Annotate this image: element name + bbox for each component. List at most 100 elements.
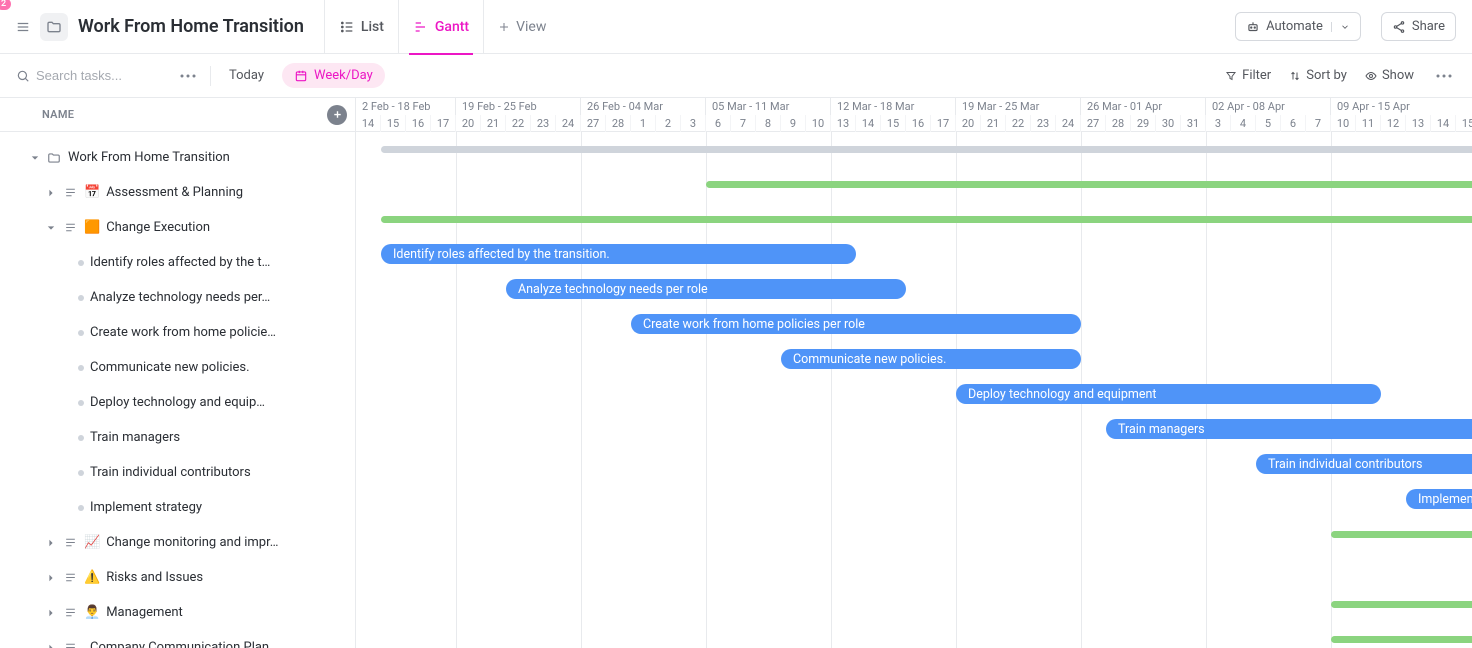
week-header: 19 Feb - 25 Feb	[456, 98, 581, 115]
gantt-toolbar: Today Week/Day Filter Sort by Show	[0, 54, 1472, 98]
week-header: 09 Apr - 15 Apr	[1331, 98, 1472, 115]
day-header: 16	[406, 115, 431, 132]
day-header: 16	[906, 115, 931, 132]
summary-bar[interactable]	[381, 216, 1472, 223]
add-view-button[interactable]: View	[483, 0, 560, 54]
tree-task[interactable]: Create work from home policie…	[0, 315, 355, 350]
tree-group[interactable]: 👨‍💼Management	[0, 595, 355, 630]
tree-group[interactable]: Company Communication Plan	[0, 630, 355, 648]
summary-bar[interactable]	[1331, 531, 1472, 538]
gantt-chart[interactable]: 2 Feb - 18 Feb19 Feb - 25 Feb26 Feb - 04…	[356, 98, 1472, 648]
day-header: 10	[806, 115, 831, 132]
folder-button[interactable]	[40, 13, 68, 41]
task-label: Identify roles affected by the t…	[90, 255, 270, 270]
tree-task[interactable]: Analyze technology needs per…	[0, 280, 355, 315]
week-header: 26 Mar - 01 Apr	[1081, 98, 1206, 115]
task-bar[interactable]: Identify roles affected by the transitio…	[381, 244, 856, 264]
tree-task[interactable]: Identify roles affected by the t…	[0, 245, 355, 280]
group-emoji: 📅	[84, 185, 100, 200]
tab-list[interactable]: List	[324, 0, 398, 54]
toolbar-more[interactable]	[1432, 70, 1456, 82]
summary-bar[interactable]	[381, 146, 1472, 153]
zoom-selector[interactable]: Week/Day	[282, 63, 385, 88]
show-label: Show	[1382, 68, 1414, 83]
group-label: Management	[106, 605, 183, 620]
day-header: 23	[531, 115, 556, 132]
right-tools: Filter Sort by Show	[1225, 68, 1456, 83]
tree-root[interactable]: Work From Home Transition	[0, 140, 355, 175]
chevron-down-icon	[1340, 22, 1350, 32]
search-icon	[16, 69, 30, 83]
automate-dropdown[interactable]	[1331, 22, 1350, 32]
more-options[interactable]	[176, 70, 200, 82]
tree-task[interactable]: Train managers	[0, 420, 355, 455]
tree-task[interactable]: Train individual contributors	[0, 455, 355, 490]
task-bar[interactable]: Deploy technology and equipment	[956, 384, 1381, 404]
summary-bar[interactable]	[1331, 601, 1472, 608]
task-bar[interactable]: Train individual contributors	[1256, 454, 1472, 474]
tree-group[interactable]: 📈Change monitoring and impr…	[0, 525, 355, 560]
tab-gantt-label: Gantt	[435, 19, 469, 35]
task-label: Train individual contributors	[90, 465, 251, 480]
task-bar[interactable]: Create work from home policies per role	[631, 314, 1081, 334]
task-label: Communicate new policies.	[90, 360, 250, 375]
lines-icon	[62, 606, 78, 619]
day-header: 31	[1181, 115, 1206, 132]
task-bar[interactable]: Train managers	[1106, 419, 1472, 439]
day-header: 27	[1081, 115, 1106, 132]
task-bar-label: Train managers	[1118, 422, 1205, 437]
automate-button[interactable]: Automate	[1235, 12, 1361, 41]
tree-task[interactable]: Communicate new policies.	[0, 350, 355, 385]
tree-group[interactable]: 📅Assessment & Planning	[0, 175, 355, 210]
caret-icon	[46, 188, 56, 198]
group-label: Risks and Issues	[106, 570, 203, 585]
day-header: 17	[931, 115, 956, 132]
tree-task[interactable]: Implement strategy	[0, 490, 355, 525]
day-header: 14	[1431, 115, 1456, 132]
day-header: 2	[656, 115, 681, 132]
tab-gantt[interactable]: Gantt	[398, 0, 483, 54]
task-bar-label: Create work from home policies per role	[643, 317, 865, 332]
day-header: 22	[506, 115, 531, 132]
tree-root-label: Work From Home Transition	[68, 150, 230, 165]
summary-bar[interactable]	[1331, 636, 1472, 643]
day-header: 14	[856, 115, 881, 132]
caret-icon	[46, 538, 56, 548]
day-header: 10	[1331, 115, 1356, 132]
bullet-icon	[78, 435, 84, 441]
lines-icon	[62, 536, 78, 549]
home-icon[interactable]	[16, 20, 30, 34]
day-header: 7	[731, 115, 756, 132]
task-bar-label: Train individual contributors	[1268, 457, 1422, 472]
bullet-icon	[78, 470, 84, 476]
group-emoji: ⚠️	[84, 570, 100, 585]
summary-bar[interactable]	[706, 181, 1472, 188]
gantt-row: Create work from home policies per role	[356, 307, 1472, 342]
task-bar[interactable]: Communicate new policies.	[781, 349, 1081, 369]
calendar-icon	[294, 69, 308, 83]
tree-group[interactable]: ⚠️ Risks and Issues	[0, 560, 355, 595]
add-column-button[interactable]	[327, 105, 347, 125]
task-bar-label: Communicate new policies.	[793, 352, 946, 367]
filter-button[interactable]: Filter	[1225, 68, 1271, 83]
task-sidebar: NAME Work From Home Transition📅Assessmen…	[0, 98, 356, 648]
tree-task[interactable]: Deploy technology and equip…	[0, 385, 355, 420]
task-bar[interactable]: Implemen	[1406, 489, 1472, 509]
tab-list-label: List	[361, 19, 384, 35]
tree-group[interactable]: 🟧Change Execution	[0, 210, 355, 245]
day-header: 23	[1031, 115, 1056, 132]
today-button[interactable]: Today	[221, 64, 272, 87]
week-header: 12 Mar - 18 Mar	[831, 98, 956, 115]
show-button[interactable]: Show	[1365, 68, 1414, 83]
bullet-icon	[78, 260, 84, 266]
sort-button[interactable]: Sort by	[1289, 68, 1347, 83]
share-button[interactable]: Share	[1381, 12, 1456, 41]
task-bar[interactable]: Analyze technology needs per role	[506, 279, 906, 299]
gantt-row: Analyze technology needs per role	[356, 272, 1472, 307]
week-header: 19 Mar - 25 Mar	[956, 98, 1081, 115]
week-header: 05 Mar - 11 Mar	[706, 98, 831, 115]
week-header: 2 Feb - 18 Feb	[356, 98, 456, 115]
robot-icon	[1246, 20, 1260, 34]
day-header: 1	[631, 115, 656, 132]
search-input[interactable]	[36, 68, 156, 83]
